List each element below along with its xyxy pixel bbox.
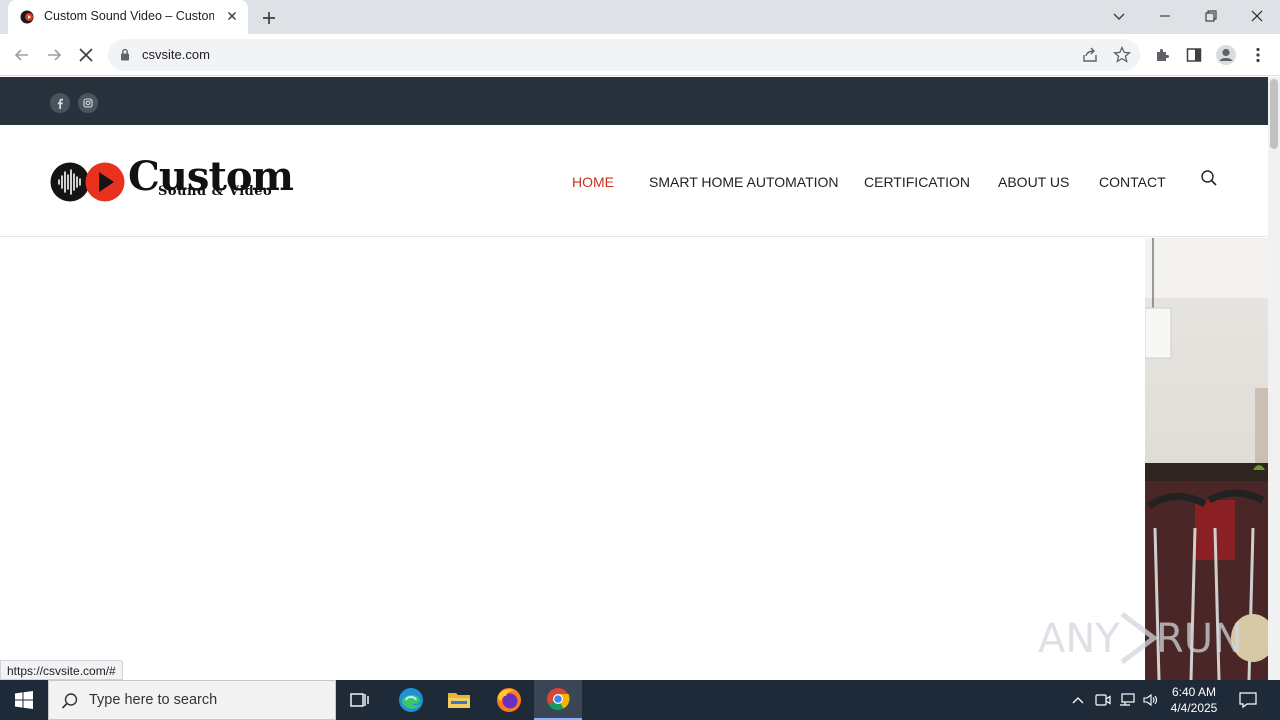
tab-search-button[interactable] bbox=[1096, 0, 1142, 32]
folder-icon bbox=[448, 693, 470, 708]
web-page: Custom Sound & Video HOME SMART HOME AUT… bbox=[0, 77, 1268, 680]
chevron-down-icon bbox=[1113, 13, 1125, 20]
start-button[interactable] bbox=[0, 680, 48, 720]
address-bar[interactable]: csvsite.com bbox=[108, 39, 1140, 71]
site-favicon-icon bbox=[20, 10, 34, 24]
arrow-left-icon bbox=[14, 49, 28, 61]
nav-smart-home-automation[interactable]: SMART HOME AUTOMATION bbox=[649, 174, 839, 190]
task-view-icon bbox=[350, 693, 369, 707]
share-icon[interactable] bbox=[1080, 45, 1100, 65]
close-window-button[interactable] bbox=[1234, 0, 1280, 32]
nav-home[interactable]: HOME bbox=[572, 174, 614, 190]
side-panel-icon bbox=[1186, 48, 1202, 62]
nav-about-us[interactable]: ABOUT US bbox=[998, 174, 1069, 190]
scrollbar-thumb[interactable] bbox=[1270, 79, 1278, 149]
instagram-icon bbox=[83, 98, 93, 108]
nav-certification[interactable]: CERTIFICATION bbox=[864, 174, 970, 190]
side-panel-button[interactable] bbox=[1182, 43, 1206, 67]
taskbar-search-placeholder: Type here to search bbox=[89, 692, 218, 708]
new-tab-icon[interactable] bbox=[258, 7, 280, 29]
taskbar-search-box[interactable]: Type here to search bbox=[48, 680, 336, 720]
system-clock[interactable]: 6:40 AM 4/4/2025 bbox=[1164, 684, 1224, 716]
watermark-text-right: RUN bbox=[1156, 616, 1243, 662]
windows-taskbar: Type here to search 6:40 AM 4/4/2025 bbox=[0, 680, 1280, 720]
instagram-link[interactable] bbox=[78, 93, 98, 113]
extensions-button[interactable] bbox=[1150, 43, 1174, 67]
lock-icon bbox=[121, 48, 129, 61]
tab-title: Custom Sound Video – Custom bbox=[44, 9, 214, 23]
browser-tab[interactable]: Custom Sound Video – Custom bbox=[8, 0, 248, 34]
status-bar-url: https://csvsite.com/# bbox=[0, 660, 123, 680]
top-social-bar bbox=[0, 77, 1268, 125]
network-tray[interactable] bbox=[1117, 690, 1137, 710]
file-explorer-button[interactable] bbox=[435, 680, 483, 720]
stop-loading-button[interactable] bbox=[74, 43, 98, 67]
page-scrollbar[interactable] bbox=[1268, 77, 1280, 680]
restore-icon bbox=[1205, 10, 1217, 22]
notification-icon bbox=[1239, 692, 1257, 708]
close-tab-icon[interactable] bbox=[224, 8, 240, 24]
search-icon[interactable] bbox=[1200, 169, 1218, 187]
camera-icon bbox=[1095, 694, 1111, 706]
anyrun-watermark: ANY RUN bbox=[1036, 606, 1243, 670]
chevron-up-icon bbox=[1072, 697, 1084, 704]
task-view-button[interactable] bbox=[336, 680, 384, 720]
clock-time: 6:40 AM bbox=[1171, 685, 1217, 699]
close-icon bbox=[1251, 10, 1263, 22]
site-header: Custom Sound & Video HOME SMART HOME AUT… bbox=[0, 125, 1268, 237]
facebook-link[interactable] bbox=[50, 93, 70, 113]
site-logo[interactable]: Custom Sound & Video bbox=[50, 154, 294, 206]
back-button[interactable] bbox=[10, 43, 34, 67]
forward-button[interactable] bbox=[42, 43, 66, 67]
minimize-button[interactable] bbox=[1142, 0, 1188, 32]
puzzle-icon bbox=[1157, 49, 1169, 61]
browser-menu-button[interactable] bbox=[1246, 43, 1270, 67]
chrome-icon bbox=[547, 688, 570, 710]
chrome-app-button[interactable] bbox=[534, 680, 582, 720]
firefox-app-button[interactable] bbox=[485, 680, 533, 720]
url-text: csvsite.com bbox=[142, 47, 210, 62]
logo-mark-icon bbox=[50, 162, 125, 202]
meet-now-tray[interactable] bbox=[1093, 690, 1113, 710]
network-icon bbox=[1120, 693, 1135, 706]
clock-date: 4/4/2025 bbox=[1170, 701, 1218, 715]
speaker-icon bbox=[1143, 693, 1158, 707]
arrow-right-icon bbox=[48, 49, 62, 61]
bookmark-star-icon[interactable] bbox=[1112, 45, 1132, 65]
volume-tray[interactable] bbox=[1141, 690, 1161, 710]
avatar-icon bbox=[1216, 45, 1236, 65]
firefox-icon bbox=[497, 688, 521, 712]
facebook-icon bbox=[57, 98, 63, 109]
edge-app-button[interactable] bbox=[387, 680, 435, 720]
watermark-text-left: ANY bbox=[1038, 616, 1120, 662]
edge-icon bbox=[399, 688, 423, 712]
show-hidden-icons-button[interactable] bbox=[1068, 690, 1088, 710]
nav-contact[interactable]: CONTACT bbox=[1099, 174, 1166, 190]
stop-icon bbox=[79, 48, 93, 62]
browser-toolbar: csvsite.com bbox=[0, 34, 1280, 76]
restore-button[interactable] bbox=[1188, 0, 1234, 32]
minimize-icon bbox=[1160, 15, 1170, 17]
profile-button[interactable] bbox=[1214, 43, 1238, 67]
search-icon bbox=[61, 693, 78, 709]
tab-strip: Custom Sound Video – Custom bbox=[0, 0, 1280, 34]
play-logo-icon bbox=[1120, 612, 1158, 664]
kebab-menu-icon bbox=[1256, 47, 1260, 63]
notifications-button[interactable] bbox=[1238, 690, 1258, 710]
logo-tagline: Sound & Video bbox=[158, 184, 273, 199]
windows-logo-icon bbox=[15, 691, 33, 709]
